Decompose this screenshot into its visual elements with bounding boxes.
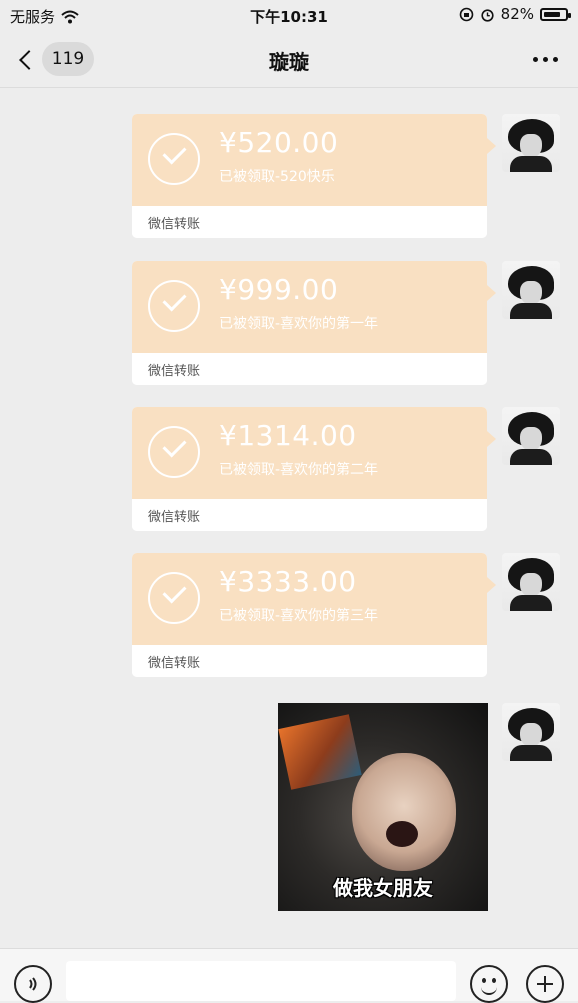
avatar[interactable] (502, 407, 560, 465)
transfer-bottom: 微信转账 (132, 645, 487, 677)
transfer-amount: ¥999.00 (219, 273, 339, 306)
avatar[interactable] (502, 703, 560, 761)
transfer-label: 微信转账 (148, 364, 201, 379)
more-dot-icon (553, 57, 558, 62)
plus-icon (544, 976, 546, 992)
avatar-face (520, 723, 542, 747)
chat-title: 璇璇 (269, 50, 309, 74)
transfer-bottom: 微信转账 (132, 353, 487, 385)
check-circle-icon (148, 133, 200, 185)
voice-icon (29, 977, 37, 991)
battery-icon (540, 7, 571, 21)
avatar[interactable] (502, 553, 560, 611)
transfer-amount: ¥3333.00 (219, 565, 357, 598)
status-bar: 无服务 下午10:31 82% (0, 0, 578, 32)
more-options-button[interactable] (533, 57, 558, 62)
check-circle-icon (148, 426, 200, 478)
more-dot-icon (543, 57, 548, 62)
battery-percentage: 82% (500, 5, 534, 23)
sticker-card-prop (278, 714, 362, 790)
check-circle-icon (148, 572, 200, 624)
sticker-face (352, 753, 456, 871)
transfer-note: 已被领取-520快乐 (219, 169, 335, 185)
transfer-bottom: 微信转账 (132, 206, 487, 238)
avatar-face (520, 134, 542, 158)
transfer-label: 微信转账 (148, 217, 201, 232)
transfer-note: 已被领取-喜欢你的第三年 (219, 608, 379, 624)
nav-bar: 119 璇璇 (0, 32, 578, 88)
status-right: 82% (459, 5, 571, 23)
transfer-bottom: 微信转账 (132, 499, 487, 531)
avatar-face (520, 281, 542, 305)
voice-button[interactable] (14, 965, 52, 1003)
avatar-body (510, 745, 552, 761)
avatar-body (510, 449, 552, 465)
avatar[interactable] (502, 261, 560, 319)
avatar-face (520, 427, 542, 451)
sticker-caption: 做我女朋友 (333, 876, 433, 900)
transfer-top: ¥999.00 已被领取-喜欢你的第一年 (132, 261, 496, 353)
transfer-card[interactable]: ¥999.00 已被领取-喜欢你的第一年 微信转账 (132, 261, 496, 385)
transfer-top: ¥1314.00 已被领取-喜欢你的第二年 (132, 407, 496, 499)
transfer-note: 已被领取-喜欢你的第二年 (219, 462, 379, 478)
emoji-button[interactable] (470, 965, 508, 1003)
transfer-amount: ¥1314.00 (219, 419, 357, 452)
plus-button[interactable] (526, 965, 564, 1003)
sticker-mouth (386, 821, 418, 847)
transfer-card[interactable]: ¥520.00 已被领取-520快乐 微信转账 (132, 114, 496, 238)
emoji-smile-icon (481, 983, 497, 995)
avatar-face (520, 573, 542, 597)
transfer-note: 已被领取-喜欢你的第一年 (219, 316, 379, 332)
transfer-label: 微信转账 (148, 510, 201, 525)
avatar-body (510, 303, 552, 319)
transfer-amount: ¥520.00 (219, 126, 339, 159)
more-dot-icon (533, 57, 538, 62)
avatar-body (510, 595, 552, 611)
sticker-image[interactable]: 做我女朋友 (278, 703, 488, 911)
message-input[interactable] (66, 961, 456, 1001)
avatar[interactable] (502, 114, 560, 172)
transfer-label: 微信转账 (148, 656, 201, 671)
check-circle-icon (148, 280, 200, 332)
alarm-icon (481, 8, 494, 22)
input-bar (0, 948, 578, 1003)
transfer-top: ¥3333.00 已被领取-喜欢你的第三年 (132, 553, 496, 645)
rotation-lock-icon (459, 7, 473, 21)
avatar-body (510, 156, 552, 172)
transfer-top: ¥520.00 已被领取-520快乐 (132, 114, 496, 206)
transfer-card[interactable]: ¥3333.00 已被领取-喜欢你的第三年 微信转账 (132, 553, 496, 677)
transfer-card[interactable]: ¥1314.00 已被领取-喜欢你的第二年 微信转账 (132, 407, 496, 531)
battery-fill (544, 11, 561, 17)
